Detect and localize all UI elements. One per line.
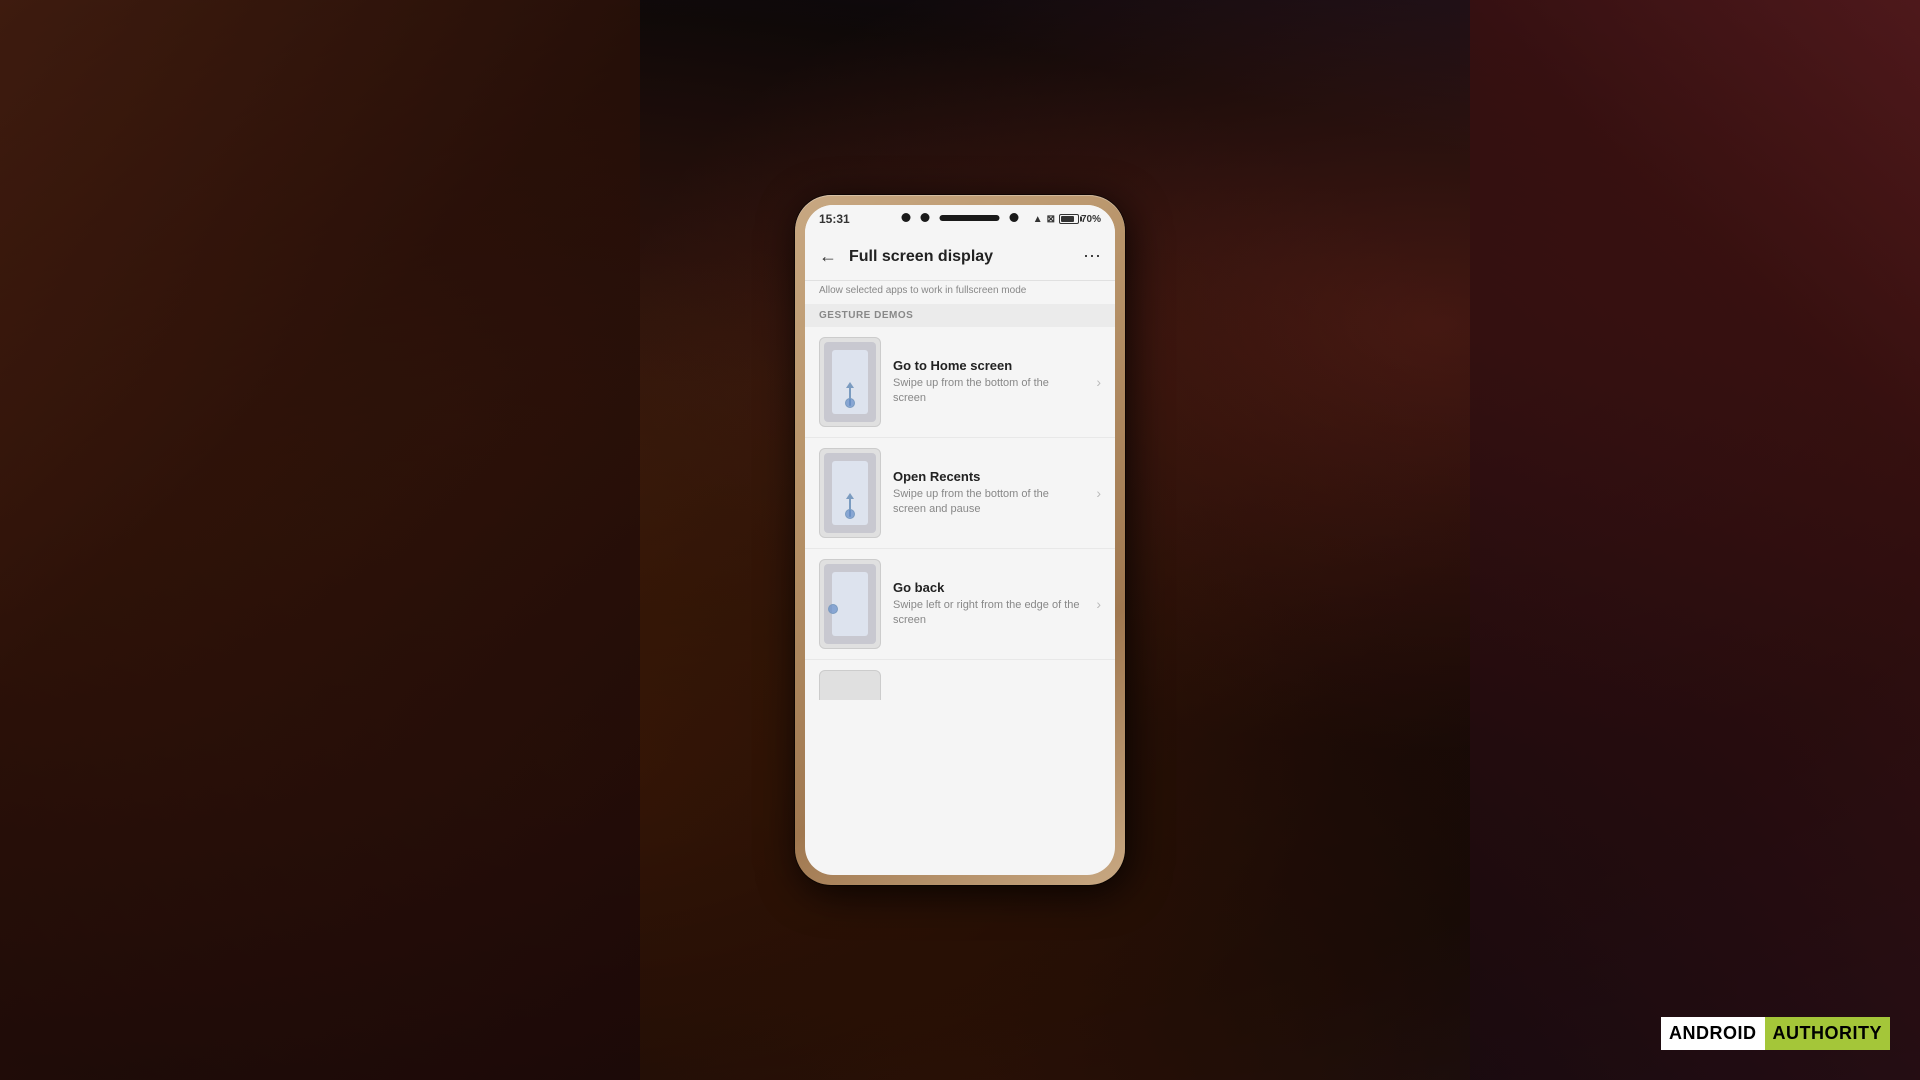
- thumb-inner-recents: [824, 453, 876, 533]
- chevron-right-back: ›: [1096, 596, 1101, 612]
- app-bar: ← Full screen display ⋯: [805, 233, 1115, 281]
- thumb-inner-back: [824, 564, 876, 644]
- touch-dot-recents: [845, 509, 855, 519]
- chevron-right-home: ›: [1096, 374, 1101, 390]
- gesture-title-back: Go back: [893, 580, 1084, 595]
- gesture-item-back[interactable]: Go back Swipe left or right from the edg…: [805, 549, 1115, 660]
- gesture-info-back: Go back Swipe left or right from the edg…: [893, 580, 1084, 629]
- battery-fill: [1061, 216, 1074, 222]
- phone-wrapper: 15:31 ▲ ⊠ 70% ← Full screen display ⋯: [795, 195, 1125, 885]
- gesture-list: Go to Home screen Swipe up from the bott…: [805, 327, 1115, 700]
- subtitle-bar: Allow selected apps to work in fullscree…: [805, 281, 1115, 304]
- sensor-dot-2: [1010, 213, 1019, 222]
- back-button[interactable]: ←: [819, 246, 837, 267]
- watermark: ANDROID AUTHORITY: [1661, 1017, 1890, 1050]
- status-time: 15:31: [819, 212, 850, 226]
- gesture-item-recents[interactable]: Open Recents Swipe up from the bottom of…: [805, 438, 1115, 549]
- phone-top-sensors: [902, 213, 1019, 222]
- battery-percent: 70%: [1081, 214, 1101, 225]
- gesture-thumb-recents: [819, 448, 881, 538]
- gesture-info-home: Go to Home screen Swipe up from the bott…: [893, 358, 1084, 407]
- sensor-dot: [921, 213, 930, 222]
- speaker: [940, 215, 1000, 221]
- watermark-authority: AUTHORITY: [1765, 1017, 1891, 1050]
- thumb-screen-back: [832, 572, 868, 636]
- watermark-android: ANDROID: [1661, 1017, 1765, 1050]
- status-icons: ▲ ⊠ 70%: [1033, 214, 1101, 225]
- gesture-thumb-home: [819, 337, 881, 427]
- touch-dot-back: [828, 604, 838, 614]
- subtitle-text: Allow selected apps to work in fullscree…: [819, 285, 1101, 296]
- gesture-title-home: Go to Home screen: [893, 358, 1084, 373]
- wall-right: [1470, 0, 1920, 1080]
- battery-body: [1059, 214, 1079, 224]
- gesture-desc-home: Swipe up from the bottom of the screen: [893, 376, 1084, 407]
- chevron-right-recents: ›: [1096, 485, 1101, 501]
- gesture-desc-recents: Swipe up from the bottom of the screen a…: [893, 487, 1084, 518]
- gesture-thumb-back: [819, 559, 881, 649]
- gesture-item-home[interactable]: Go to Home screen Swipe up from the bott…: [805, 327, 1115, 438]
- section-header: GESTURE DEMOS: [805, 304, 1115, 327]
- wifi-icon: ▲: [1033, 214, 1043, 225]
- gesture-desc-back: Swipe left or right from the edge of the…: [893, 598, 1084, 629]
- front-camera: [902, 213, 911, 222]
- gesture-info-recents: Open Recents Swipe up from the bottom of…: [893, 469, 1084, 518]
- more-button[interactable]: ⋯: [1083, 246, 1101, 267]
- phone-device: 15:31 ▲ ⊠ 70% ← Full screen display ⋯: [795, 195, 1125, 885]
- touch-dot: [845, 398, 855, 408]
- battery-indicator: 70%: [1059, 214, 1101, 225]
- page-title: Full screen display: [849, 248, 1071, 266]
- wall-left: [0, 0, 640, 1080]
- thumb-inner: [824, 342, 876, 422]
- gesture-item-partial: [805, 660, 1115, 700]
- phone-screen: 15:31 ▲ ⊠ 70% ← Full screen display ⋯: [805, 205, 1115, 875]
- gesture-title-recents: Open Recents: [893, 469, 1084, 484]
- signal-icon: ⊠: [1047, 214, 1055, 225]
- gesture-thumb-partial: [819, 670, 881, 700]
